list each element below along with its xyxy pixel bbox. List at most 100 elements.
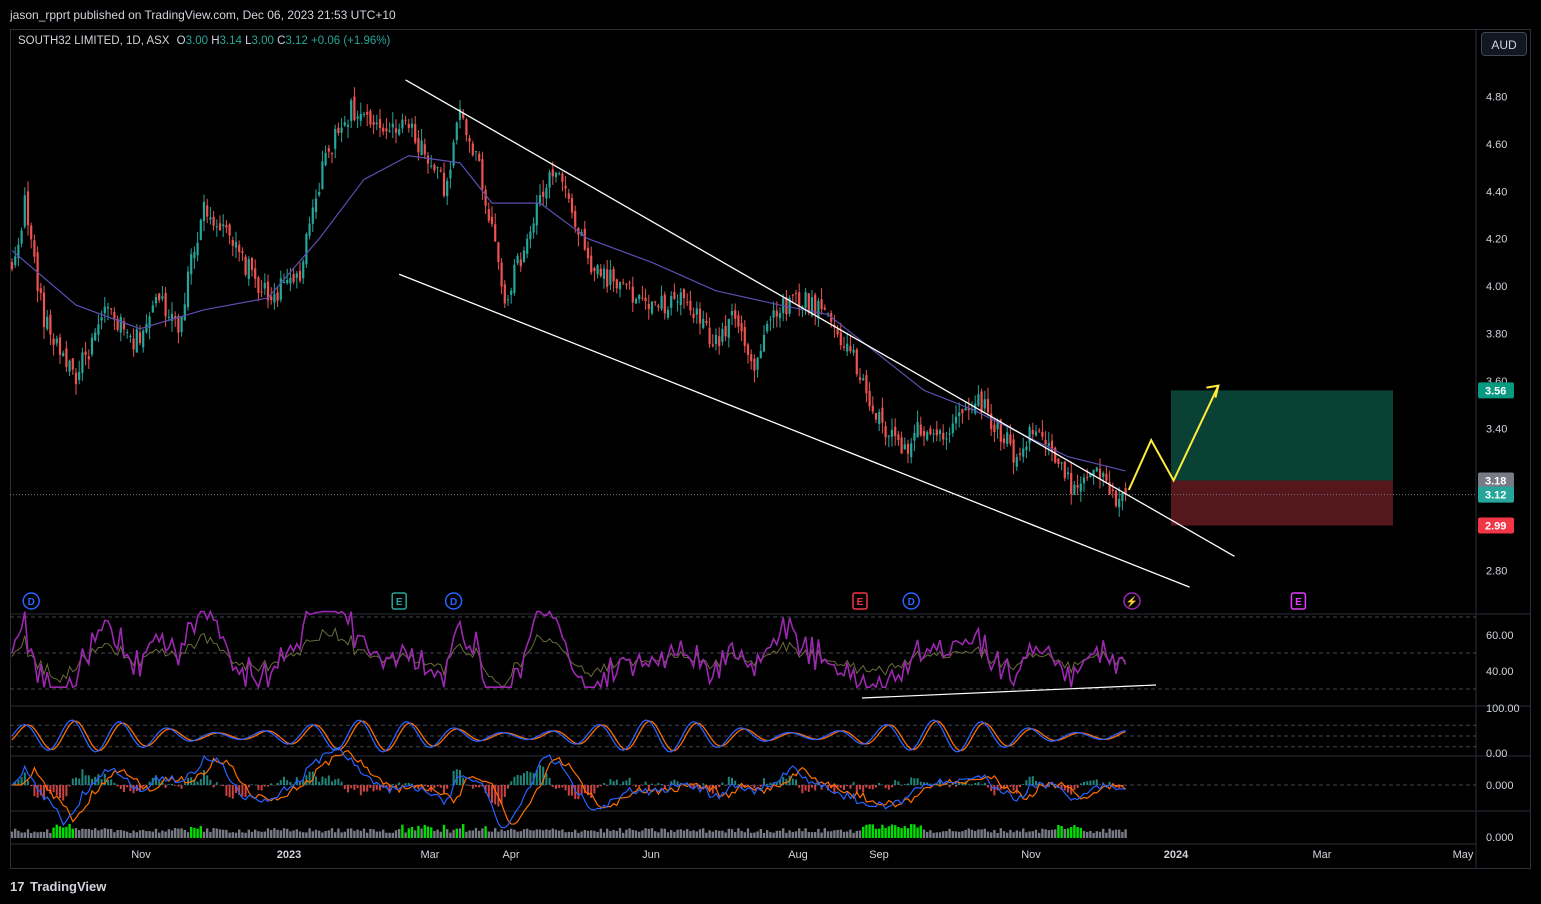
volume-bar: [996, 832, 999, 838]
event-label: E: [857, 597, 864, 608]
candle-body: [356, 116, 359, 119]
candle-body: [129, 335, 132, 337]
volume-bar: [449, 832, 452, 838]
volume-bar: [932, 832, 935, 838]
volume-tick-label: 0.000: [1486, 832, 1514, 844]
volume-bar: [39, 831, 42, 838]
candle-body: [647, 303, 650, 309]
macd-histogram-bar: [164, 785, 167, 788]
volume-bar: [794, 831, 798, 838]
volume-bar: [106, 828, 110, 838]
macd-histogram-bar: [551, 785, 554, 787]
macd-histogram-bar: [257, 785, 260, 790]
volume-bar: [218, 829, 222, 838]
candle-body: [177, 316, 180, 333]
macd-histogram-bar: [987, 785, 989, 788]
price-tag-label: 3.12: [1485, 490, 1506, 502]
candle-body: [644, 297, 647, 301]
macd-histogram-bar: [916, 778, 919, 785]
volume-bar: [372, 829, 375, 838]
candle-body: [692, 313, 695, 318]
candle-body: [468, 138, 471, 142]
volume-bar: [753, 832, 756, 838]
volume-bar: [609, 830, 612, 838]
volume-bar: [17, 830, 20, 838]
candle-body: [522, 250, 526, 262]
volume-bar: [414, 830, 417, 838]
macd-histogram-bar: [1009, 785, 1012, 787]
candle-body: [561, 173, 564, 182]
macd-histogram-bar: [606, 785, 609, 786]
macd-histogram-bar: [977, 782, 980, 785]
candle-body: [308, 223, 311, 236]
macd-histogram-bar: [177, 785, 180, 787]
macd-histogram-bar: [913, 778, 916, 785]
macd-histogram-bar: [555, 785, 557, 789]
candle-body: [740, 323, 743, 332]
volume-bar: [564, 832, 567, 838]
macd-histogram-bar: [71, 778, 74, 785]
volume-bar: [574, 829, 577, 838]
macd-histogram-bar: [350, 785, 353, 789]
volume-bar: [138, 830, 142, 838]
candle-body: [420, 140, 423, 156]
candle-body: [23, 195, 26, 227]
currency-button[interactable]: AUD: [1481, 32, 1527, 56]
macd-histogram-bar: [206, 775, 209, 785]
macd-histogram-bar: [839, 785, 842, 788]
candle-body: [1102, 472, 1105, 477]
macd-histogram-bar: [123, 785, 125, 793]
volume-bar: [244, 832, 247, 838]
candle-body: [1022, 448, 1025, 457]
candle-body: [878, 411, 881, 424]
candle-body: [340, 127, 343, 133]
candle-body: [852, 349, 855, 353]
volume-bar: [366, 832, 369, 838]
volume-bar: [551, 828, 554, 838]
volume-bar: [404, 832, 407, 838]
volume-bar: [545, 829, 548, 838]
macd-histogram-bar: [798, 785, 801, 788]
open-label: O: [176, 35, 186, 47]
volume-bar: [423, 824, 426, 838]
symbol-legend[interactable]: SOUTH32 LIMITED, 1D, ASX O3.00 H3.14 L3.…: [18, 35, 390, 47]
candle-body: [766, 323, 769, 332]
candle-body: [702, 319, 705, 328]
candle-body: [1002, 438, 1006, 443]
macd-histogram-bar: [219, 785, 221, 786]
chart-canvas[interactable]: 4.804.604.404.204.003.803.603.402.803.56…: [0, 0, 1541, 904]
candle-body: [570, 197, 574, 213]
volume-bar: [30, 832, 33, 838]
volume-bar: [750, 832, 753, 838]
volume-bar: [433, 831, 436, 838]
volume-bar: [1006, 832, 1009, 838]
volume-bar: [180, 828, 183, 838]
macd-histogram-bar: [17, 780, 20, 785]
candle-body: [564, 185, 567, 189]
macd-histogram-bar: [78, 778, 81, 785]
candle-body: [455, 122, 458, 140]
volume-bar: [385, 832, 388, 838]
tradingview-brand[interactable]: 17 TradingView: [10, 879, 106, 894]
candle-body: [612, 268, 615, 282]
volume-bar: [500, 829, 503, 838]
volume-bar: [727, 828, 730, 838]
volume-bar: [641, 830, 644, 838]
macd-histogram-bar: [625, 780, 628, 785]
volume-bar: [439, 831, 442, 838]
candle-body: [945, 438, 948, 440]
volume-bar: [170, 830, 174, 838]
candle-body: [113, 312, 116, 319]
symbol-name[interactable]: SOUTH32 LIMITED, 1D, ASX: [18, 35, 169, 47]
candle-body: [1118, 499, 1121, 508]
macd-histogram-bar: [750, 785, 753, 786]
macd-histogram-bar: [347, 785, 349, 793]
volume-bar: [558, 830, 561, 838]
candle-body: [846, 343, 849, 352]
macd-histogram-bar: [577, 785, 580, 800]
candle-body: [535, 203, 538, 226]
volume-bar: [772, 832, 775, 838]
macd-histogram-bar: [110, 779, 113, 785]
candle-body: [919, 424, 922, 436]
volume-bar: [660, 828, 663, 838]
